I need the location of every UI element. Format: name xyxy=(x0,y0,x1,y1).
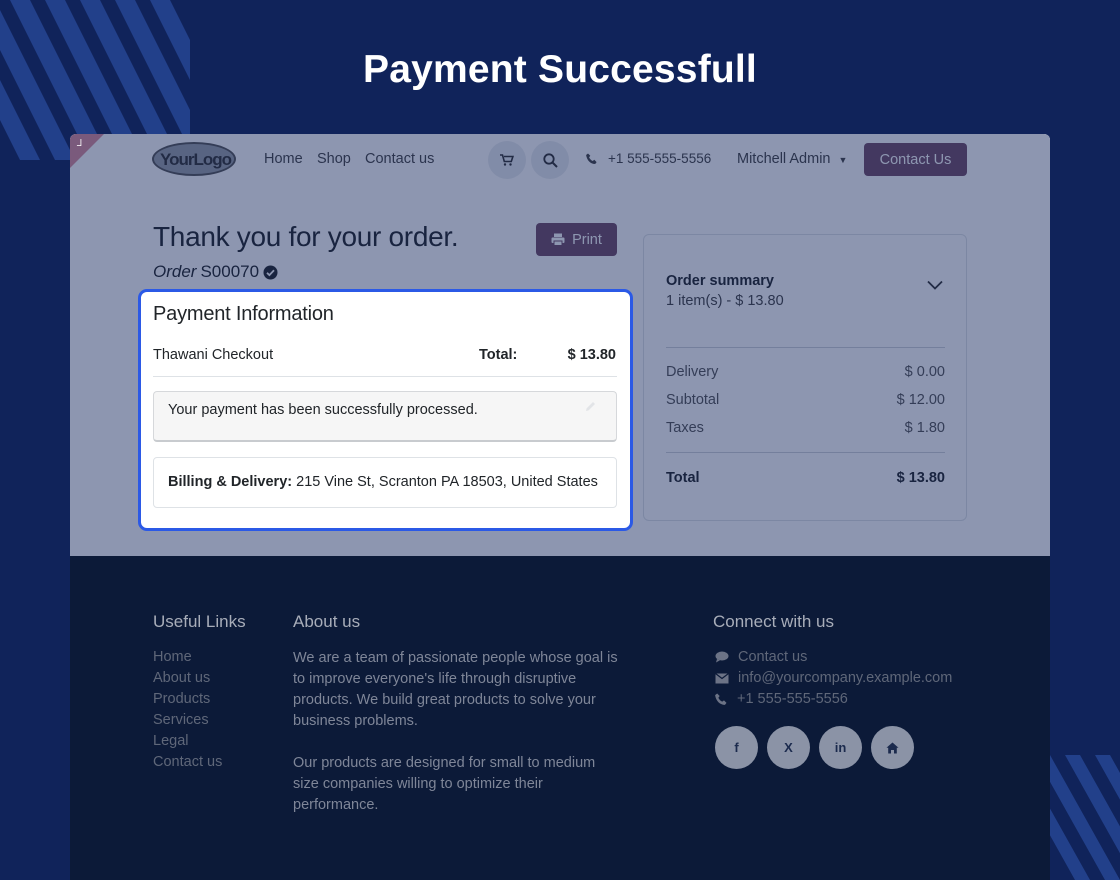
footer-link-about[interactable]: About us xyxy=(153,670,210,686)
connect-contact-text: Contact us xyxy=(738,649,808,665)
home-button[interactable] xyxy=(871,726,914,769)
footer-link-home[interactable]: Home xyxy=(153,649,192,665)
footer-link-contact[interactable]: Contact us xyxy=(153,754,222,770)
payment-total-label: Total: xyxy=(479,347,518,363)
phone-icon xyxy=(715,693,727,705)
about-paragraph-1: We are a team of passionate people whose… xyxy=(293,650,618,729)
facebook-icon: f xyxy=(734,740,739,755)
footer-link-products[interactable]: Products xyxy=(153,691,210,707)
payment-total-value: $ 13.80 xyxy=(567,347,616,363)
payment-method: Thawani Checkout xyxy=(153,347,274,363)
chat-bubble-icon xyxy=(715,651,729,663)
page-banner-title: Payment Successfull xyxy=(363,48,757,91)
envelope-icon xyxy=(715,672,729,683)
connect-phone-text: +1 555-555-5556 xyxy=(737,691,848,707)
facebook-button[interactable]: f xyxy=(715,726,758,769)
about-us-title: About us xyxy=(293,612,361,631)
payment-status-text: Your payment has been successfully proce… xyxy=(168,402,478,418)
billing-delivery-box: Billing & Delivery: 215 Vine St, Scranto… xyxy=(153,457,617,508)
stripe-decoration xyxy=(1045,755,1120,880)
footer-phone-link[interactable]: +1 555-555-5556 xyxy=(715,691,848,707)
billing-delivery-label: Billing & Delivery: xyxy=(168,474,293,490)
debug-corner xyxy=(70,134,104,168)
connect-title: Connect with us xyxy=(713,612,834,631)
billing-delivery-address: 215 Vine St, Scranton PA 18503, United S… xyxy=(296,474,598,490)
about-paragraph-2: Our products are designed for small to m… xyxy=(293,755,596,813)
payment-status-message: Your payment has been successfully proce… xyxy=(153,391,617,442)
footer-email-link[interactable]: info@yourcompany.example.com xyxy=(715,670,952,686)
x-twitter-button[interactable]: X xyxy=(767,726,810,769)
corner-icon: ┘ xyxy=(77,140,85,152)
footer-link-services[interactable]: Services xyxy=(153,712,209,728)
connect-email-text: info@yourcompany.example.com xyxy=(738,670,953,686)
billing-delivery-line: Billing & Delivery: 215 Vine St, Scranto… xyxy=(168,474,598,490)
site-footer: Useful Links Home About us Products Serv… xyxy=(70,556,1050,880)
x-twitter-icon: X xyxy=(784,740,793,755)
about-us-text: We are a team of passionate people whose… xyxy=(293,648,623,816)
useful-links-title: Useful Links xyxy=(153,612,246,631)
payment-information-title: Payment Information xyxy=(153,303,334,325)
home-icon xyxy=(886,742,899,753)
footer-contact-link[interactable]: Contact us xyxy=(715,649,807,665)
linkedin-button[interactable]: in xyxy=(819,726,862,769)
footer-link-legal[interactable]: Legal xyxy=(153,733,188,749)
linkedin-icon: in xyxy=(834,740,847,755)
edit-pencil-icon[interactable] xyxy=(585,401,596,412)
payment-divider xyxy=(153,376,617,377)
payment-information-card: Payment Information Thawani Checkout Tot… xyxy=(138,289,633,531)
